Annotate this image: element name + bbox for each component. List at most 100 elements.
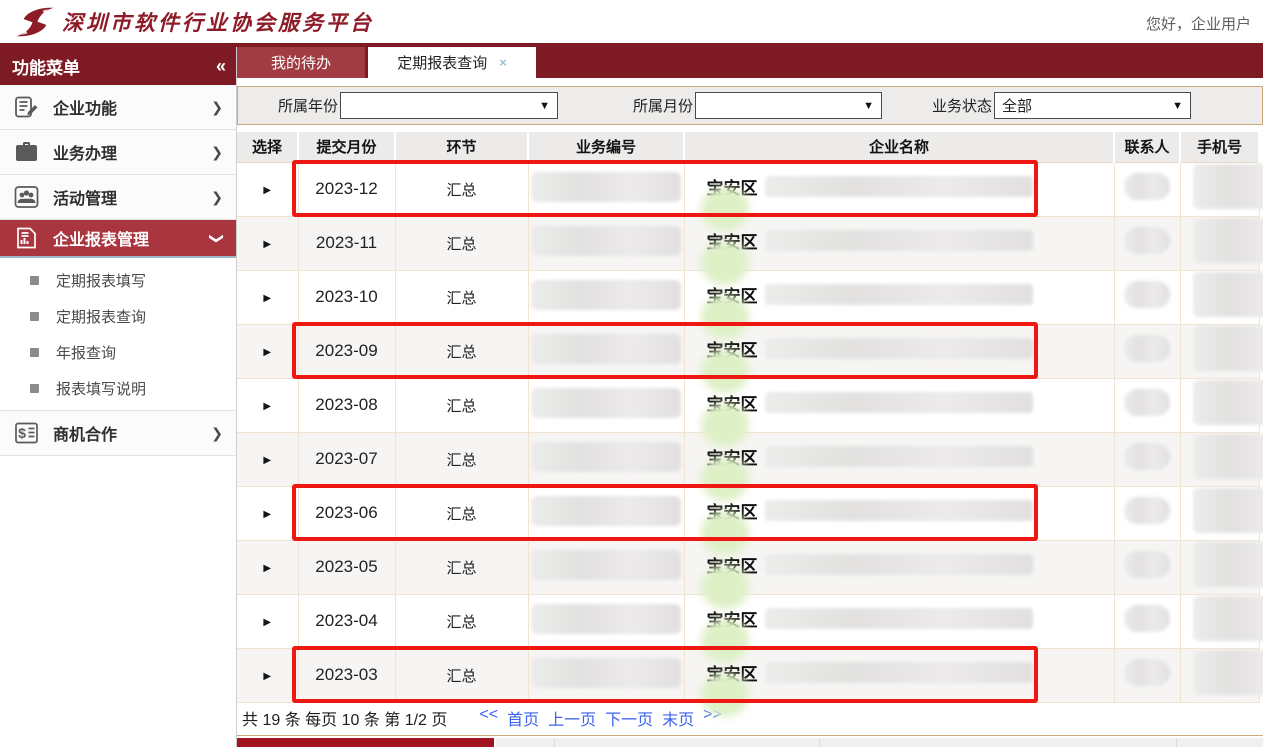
sidebar-item-label: 企业报表管理 bbox=[53, 226, 211, 250]
phone-cell bbox=[1180, 216, 1259, 270]
expand-arrow-icon[interactable]: ▶ bbox=[263, 617, 271, 628]
sidebar-subitem[interactable]: 年报查询 bbox=[0, 334, 236, 370]
company-name-cell: 宝安区 bbox=[684, 540, 1114, 594]
phone-redacted bbox=[1193, 434, 1263, 479]
sidebar-subitem-label: 报表填写说明 bbox=[56, 378, 146, 399]
table-row[interactable]: ▶2023-08汇总宝安区 bbox=[237, 378, 1259, 432]
company-line: 宝安区 bbox=[707, 444, 1114, 469]
phone-redacted bbox=[1193, 488, 1263, 533]
submit-month-cell: 2023-11 bbox=[298, 216, 395, 270]
filter-label: 所属月份 bbox=[633, 95, 693, 116]
submit-month-cell: 2023-08 bbox=[298, 378, 395, 432]
table-row[interactable]: ▶2023-10汇总宝安区 bbox=[237, 270, 1259, 324]
table-row[interactable]: ▶2023-06汇总宝安区 bbox=[237, 486, 1259, 540]
sidebar-header: 功能菜单 « bbox=[0, 47, 236, 85]
business-number-cell bbox=[528, 324, 684, 378]
company-line: 宝安区 bbox=[707, 660, 1114, 685]
contact-redacted bbox=[1124, 227, 1170, 254]
contact-cell bbox=[1114, 648, 1180, 702]
submit-month-cell: 2023-05 bbox=[298, 540, 395, 594]
bottom-panel-selected-block[interactable] bbox=[237, 738, 494, 747]
filter-bar: 所属年份▼所属月份▼业务状态全部▼ bbox=[237, 86, 1263, 125]
filter-select-value: 全部 bbox=[1002, 95, 1032, 116]
redaction-stamp-blob bbox=[701, 457, 749, 501]
expand-arrow-icon[interactable]: ▶ bbox=[263, 455, 271, 466]
page-link[interactable]: 下一页 bbox=[605, 706, 653, 730]
contact-redacted bbox=[1124, 443, 1170, 470]
business-number-cell bbox=[528, 594, 684, 648]
phone-cell bbox=[1180, 432, 1259, 486]
sidebar-submenu: 定期报表填写定期报表查询年报查询报表填写说明 bbox=[0, 258, 236, 411]
business-number-redacted bbox=[531, 496, 681, 526]
expand-arrow-icon[interactable]: ▶ bbox=[263, 671, 271, 682]
sidebar-item-3[interactable]: 活动管理❯ bbox=[0, 175, 236, 220]
page-link[interactable]: << bbox=[479, 706, 498, 730]
sidebar-item-4[interactable]: 企业报表管理❯ bbox=[0, 220, 236, 258]
table-row[interactable]: ▶2023-03汇总宝安区 bbox=[237, 648, 1259, 702]
brand-title: 深圳市软件行业协会服务平台 bbox=[62, 7, 374, 37]
sidebar-subitem[interactable]: 报表填写说明 bbox=[0, 370, 236, 406]
select-cell: ▶ bbox=[237, 486, 298, 540]
sidebar-item-5[interactable]: $商机合作❯ bbox=[0, 411, 236, 456]
sidebar-subitem[interactable]: 定期报表填写 bbox=[0, 262, 236, 298]
bullet-icon bbox=[30, 276, 39, 285]
filter-select-3[interactable]: 全部▼ bbox=[994, 92, 1191, 119]
redaction-stamp-blob bbox=[701, 295, 749, 339]
page-link[interactable]: 末页 bbox=[662, 706, 694, 730]
sidebar-subitem-label: 定期报表填写 bbox=[56, 270, 146, 291]
contact-redacted bbox=[1124, 389, 1170, 416]
table-row[interactable]: ▶2023-04汇总宝安区 bbox=[237, 594, 1259, 648]
business-number-redacted bbox=[531, 280, 681, 310]
company-line: 宝安区 bbox=[707, 228, 1114, 253]
pagination-summary: 共 19 条 每页 10 条 第 1/2 页 bbox=[242, 706, 447, 730]
company-name-redacted bbox=[765, 338, 1033, 359]
contact-redacted bbox=[1124, 551, 1170, 578]
company-line: 宝安区 bbox=[707, 174, 1114, 199]
expand-arrow-icon[interactable]: ▶ bbox=[263, 509, 271, 520]
filter-select-2[interactable]: ▼ bbox=[695, 92, 882, 119]
page-link[interactable]: 上一页 bbox=[548, 706, 596, 730]
sidebar-subitem[interactable]: 定期报表查询 bbox=[0, 298, 236, 334]
expand-arrow-icon[interactable]: ▶ bbox=[263, 239, 271, 250]
contact-redacted bbox=[1124, 605, 1170, 632]
sidebar-item-2[interactable]: 业务办理❯ bbox=[0, 130, 236, 175]
sidebar-item-1[interactable]: 企业功能❯ bbox=[0, 85, 236, 130]
filter-select-1[interactable]: ▼ bbox=[340, 92, 558, 119]
sidebar-collapse-button[interactable]: « bbox=[216, 56, 224, 77]
table-row[interactable]: ▶2023-11汇总宝安区 bbox=[237, 216, 1259, 270]
tab-我的待办[interactable]: 我的待办 bbox=[237, 47, 368, 78]
expand-arrow-icon[interactable]: ▶ bbox=[263, 293, 271, 304]
table-row[interactable]: ▶2023-05汇总宝安区 bbox=[237, 540, 1259, 594]
sidebar-subitem-label: 定期报表查询 bbox=[56, 306, 146, 327]
redaction-stamp-blob bbox=[701, 187, 749, 231]
table-row[interactable]: ▶2023-07汇总宝安区 bbox=[237, 432, 1259, 486]
page-link[interactable]: 首页 bbox=[507, 706, 539, 730]
expand-arrow-icon[interactable]: ▶ bbox=[263, 185, 271, 196]
company-name-cell: 宝安区 bbox=[684, 162, 1114, 216]
table-row[interactable]: ▶2023-12汇总宝安区 bbox=[237, 162, 1259, 216]
select-cell: ▶ bbox=[237, 378, 298, 432]
company-line: 宝安区 bbox=[707, 390, 1114, 415]
chevron-down-icon: ❯ bbox=[209, 232, 226, 244]
business-number-redacted bbox=[531, 388, 681, 418]
table-row[interactable]: ▶2023-09汇总宝安区 bbox=[237, 324, 1259, 378]
tab-close-icon[interactable]: × bbox=[499, 55, 507, 70]
expand-arrow-icon[interactable]: ▶ bbox=[263, 563, 271, 574]
business-number-redacted bbox=[531, 604, 681, 634]
expand-arrow-icon[interactable]: ▶ bbox=[263, 347, 271, 358]
report-chart-icon bbox=[13, 226, 40, 250]
phone-cell bbox=[1180, 162, 1259, 216]
redaction-stamp-blob bbox=[701, 241, 749, 285]
expand-arrow-icon[interactable]: ▶ bbox=[263, 401, 271, 412]
phone-redacted bbox=[1193, 218, 1263, 263]
phone-cell bbox=[1180, 486, 1259, 540]
column-header: 企业名称 bbox=[684, 132, 1114, 162]
business-number-cell bbox=[528, 378, 684, 432]
tab-定期报表查询[interactable]: 定期报表查询× bbox=[368, 47, 536, 78]
phone-cell bbox=[1180, 648, 1259, 702]
table-header-row: 选择提交月份环节业务编号企业名称联系人手机号 bbox=[237, 132, 1259, 162]
bottom-panel-cell bbox=[1177, 738, 1263, 747]
pagination-links: <<首页上一页下一页末页>> bbox=[479, 706, 721, 730]
select-cell: ▶ bbox=[237, 432, 298, 486]
select-cell: ▶ bbox=[237, 594, 298, 648]
